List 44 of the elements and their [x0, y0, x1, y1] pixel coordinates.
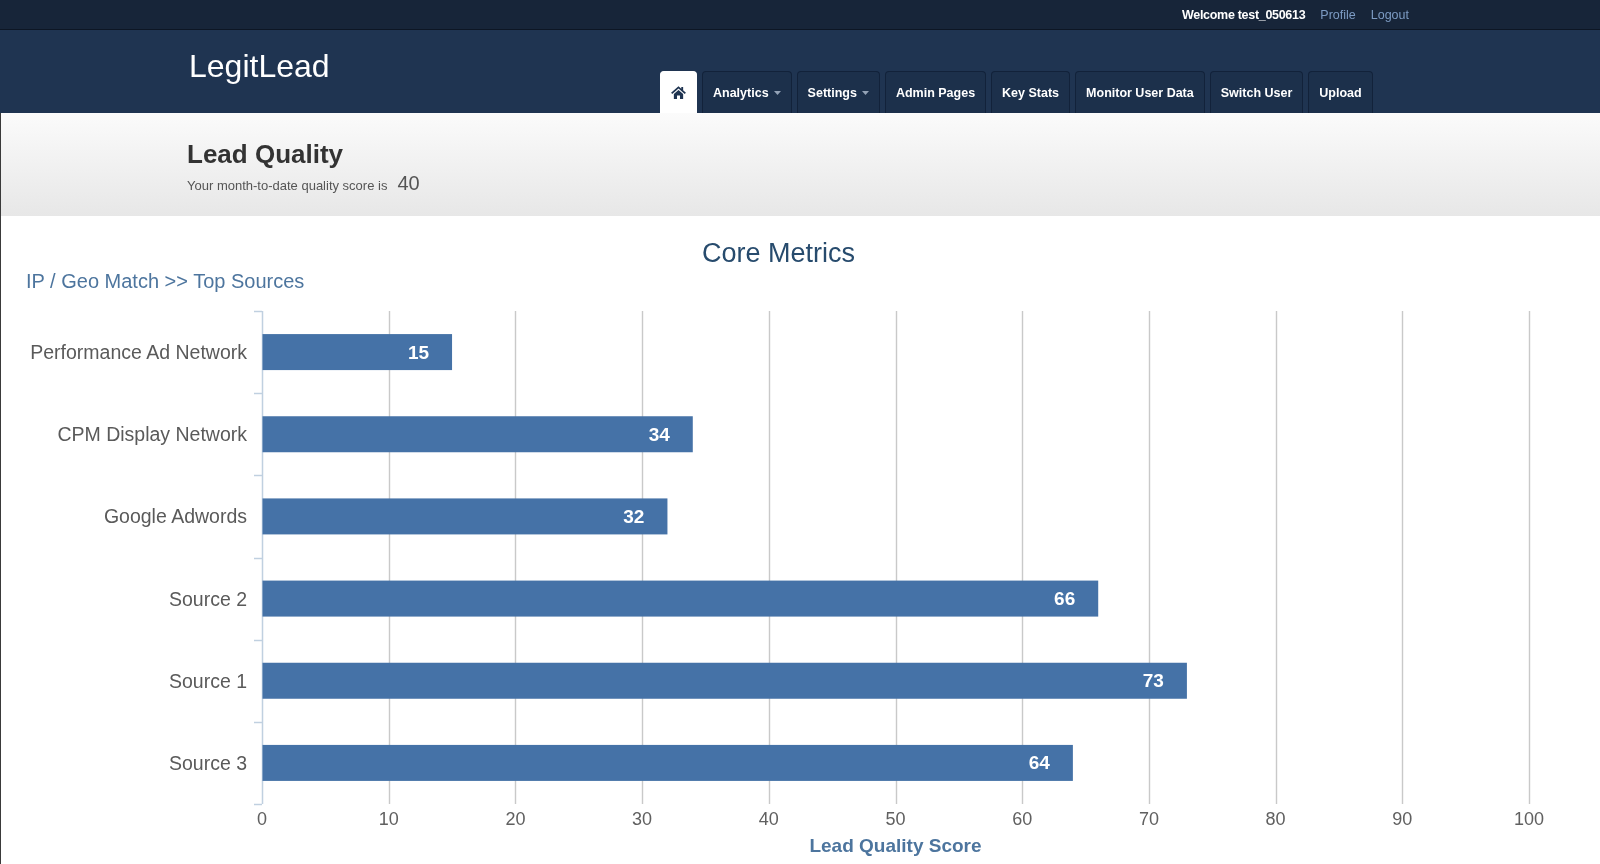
nav-tab[interactable]: Settings [796, 71, 880, 113]
bar-value-label: 15 [407, 341, 430, 363]
category-label: Source 3 [168, 751, 247, 774]
category-label: Google Adwords [103, 505, 247, 528]
axis-tick-label: 0 [257, 809, 267, 829]
axis-tick-label: 70 [1138, 809, 1159, 829]
category-label: CPM Display Network [57, 423, 247, 446]
nav-tab[interactable]: Admin Pages [884, 71, 987, 113]
chart-subtitle: IP / Geo Match >> Top Sources [26, 270, 305, 292]
bar-value-label: 32 [623, 505, 645, 527]
axis-tick-label: 50 [885, 809, 906, 829]
page-title: Lead Quality [187, 138, 344, 170]
home-icon [671, 86, 686, 99]
nav-tab[interactable] [660, 71, 697, 113]
axis-tick-label: 10 [378, 809, 399, 829]
score-caption: Your month-to-date quality score is [187, 178, 388, 193]
caret-icon [773, 90, 781, 95]
nav-tab[interactable]: Analytics [702, 71, 792, 113]
axis-tick-label: 40 [758, 809, 779, 829]
header-link[interactable]: Logout [1370, 7, 1409, 22]
nav-tab[interactable]: Upload [1308, 71, 1373, 113]
bar-value-label: 64 [1028, 752, 1050, 774]
brand-logo-text: LegitLead [189, 49, 330, 83]
bar-value-label: 73 [1142, 670, 1164, 692]
nav-tab[interactable]: Switch User [1209, 71, 1304, 113]
category-label: Performance Ad Network [30, 341, 247, 364]
axis-tick-label: 20 [505, 809, 526, 829]
welcome-text: Welcome test_050613 [1182, 7, 1306, 22]
axis-tick-label: 100 [1514, 809, 1544, 829]
axis-tick-label: 60 [1012, 809, 1033, 829]
bar-value-label: 66 [1054, 588, 1076, 610]
axis-tick-label: 80 [1265, 809, 1286, 829]
category-label: Source 2 [168, 587, 247, 610]
nav-tab[interactable]: Key Stats [991, 71, 1071, 113]
caret-icon [861, 90, 869, 95]
nav-tab[interactable]: Monitor User Data [1075, 71, 1205, 113]
axis-tick-label: 30 [632, 809, 653, 829]
score-value: 40 [397, 172, 420, 195]
axis-title: Lead Quality Score [809, 834, 982, 856]
header-link[interactable]: Profile [1320, 7, 1356, 22]
chart-title: Core Metrics [702, 238, 855, 268]
axis-tick-label: 90 [1392, 809, 1413, 829]
category-label: Source 1 [168, 669, 247, 692]
bar-value-label: 34 [648, 423, 670, 445]
